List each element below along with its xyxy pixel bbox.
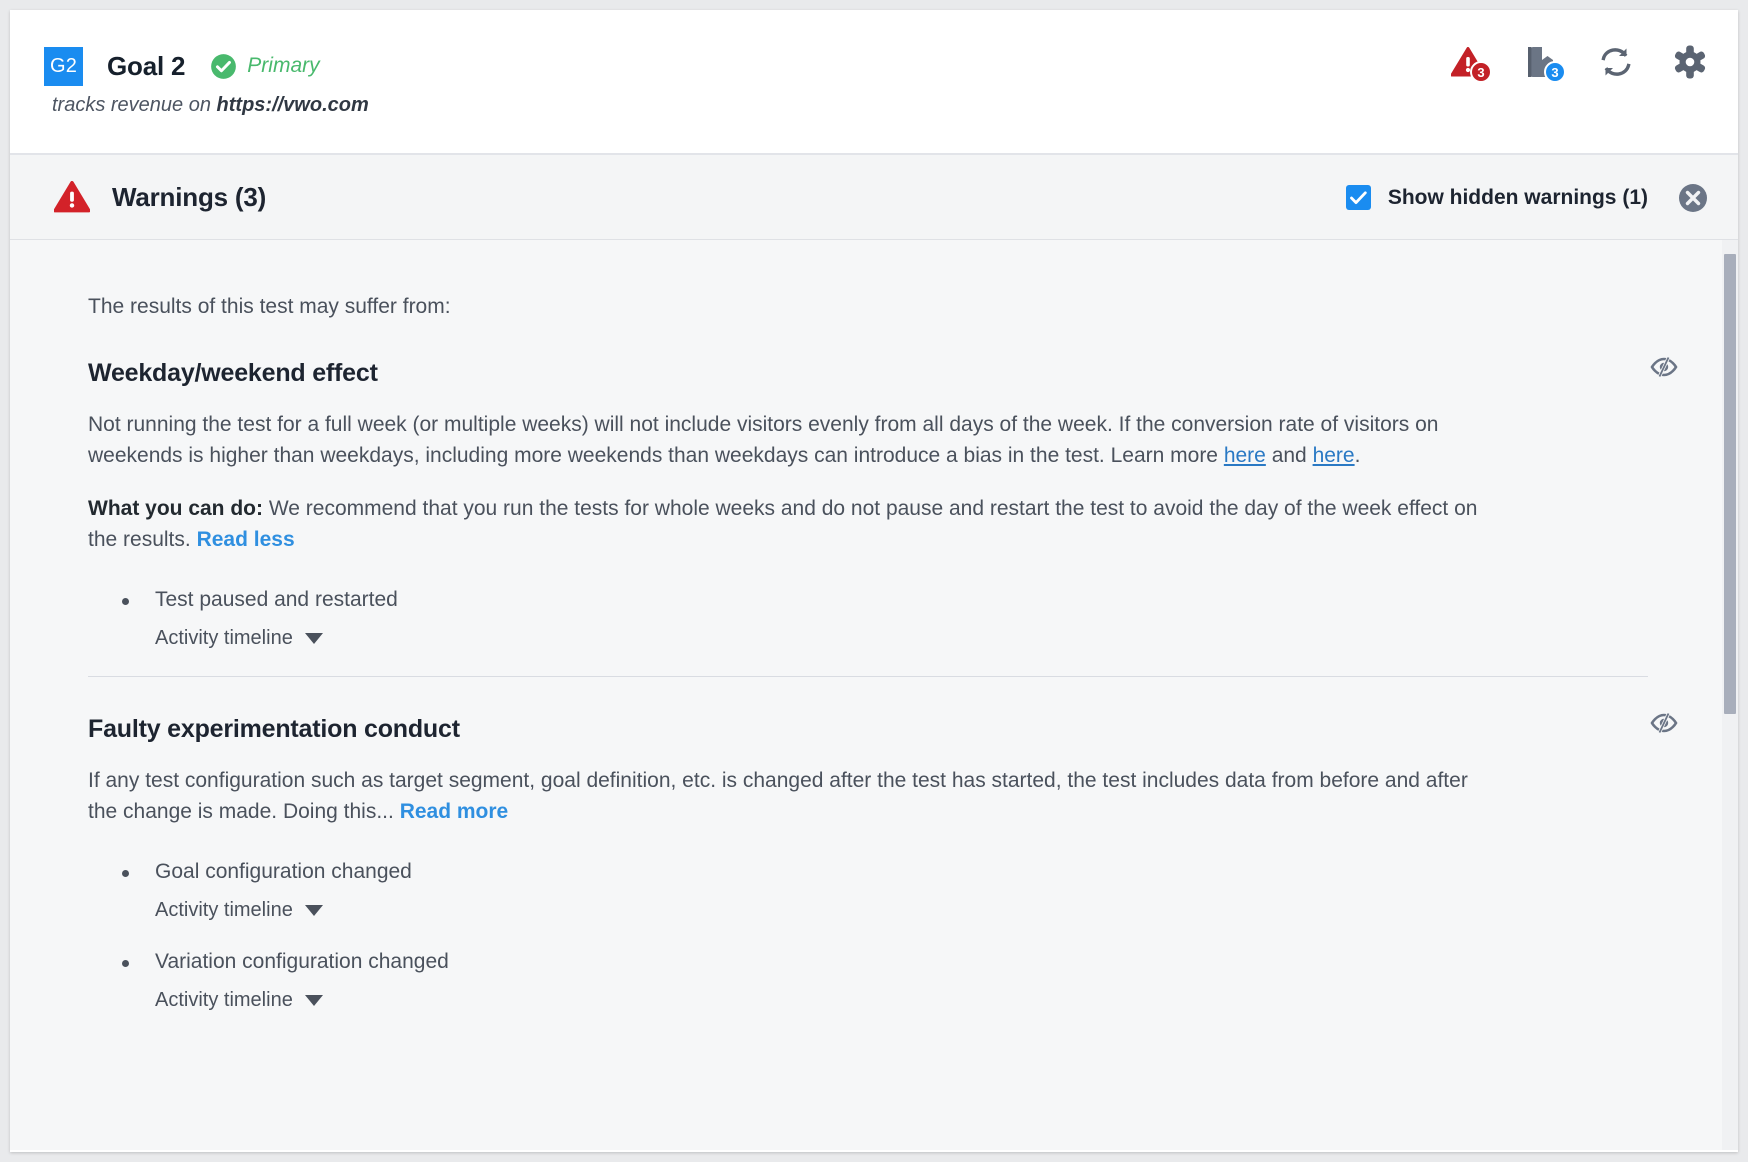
list-item: Goal configuration changed Activity time… — [122, 858, 1648, 922]
settings-gear-icon — [1674, 45, 1706, 79]
paragraph-text-a: If any test configuration such as target… — [88, 769, 1468, 823]
activity-timeline-label: Activity timeline — [155, 989, 293, 1012]
warnings-bar-right: Show hidden warnings (1) — [1345, 155, 1708, 240]
warning-section-title: Weekday/weekend effect — [88, 359, 378, 388]
eye-slash-icon — [1650, 357, 1678, 378]
paragraph-text-c: . — [1354, 444, 1361, 468]
warning-item-label: Variation configuration changed — [155, 950, 449, 974]
learn-more-link-1[interactable]: here — [1224, 444, 1266, 467]
advice-text: We recommend that you run the tests for … — [88, 497, 1478, 551]
activity-timeline-label: Activity timeline — [155, 899, 293, 922]
chevron-down-icon — [304, 633, 323, 645]
warnings-bar: Warnings (3) Show hidden warnings (1) — [10, 155, 1738, 240]
warning-item-label: Test paused and restarted — [155, 587, 398, 611]
read-less-link[interactable]: Read less — [197, 528, 295, 551]
read-more-link[interactable]: Read more — [400, 800, 509, 823]
goal-subtitle-prefix: tracks revenue on — [52, 94, 217, 116]
warning-item-label: Goal configuration changed — [155, 859, 412, 883]
warning-advice-paragraph: What you can do: We recommend that you r… — [88, 472, 1478, 556]
primary-goal-indicator: Primary — [210, 53, 320, 80]
page-title: Goal 2 — [107, 50, 186, 81]
warning-paragraph: If any test configuration such as target… — [88, 744, 1478, 828]
activity-timeline-toggle[interactable]: Activity timeline — [155, 899, 323, 922]
goal-identity-row: G2 Goal 2 Primary — [44, 46, 320, 86]
warning-triangle-icon — [54, 181, 90, 213]
goal-warnings-panel: G2 Goal 2 Primary tracks revenue on http… — [10, 10, 1738, 1152]
goal-subtitle: tracks revenue on https://vwo.com — [52, 94, 369, 117]
warning-section-title: Faulty experimentation conduct — [88, 715, 460, 744]
header-icon-group: 3 3 — [1448, 40, 1710, 84]
checkmark-icon — [1349, 190, 1367, 204]
close-warnings-button[interactable] — [1678, 183, 1708, 213]
warning-count-badge: 3 — [1470, 61, 1492, 83]
warning-section-faulty-conduct: Faulty experimentation conduct If any te… — [10, 677, 1738, 1012]
warning-paragraph: Not running the test for a full week (or… — [88, 388, 1478, 472]
warning-icon-button[interactable]: 3 — [1448, 40, 1492, 84]
chevron-down-icon — [304, 905, 323, 917]
goal-header: G2 Goal 2 Primary tracks revenue on http… — [10, 10, 1738, 155]
warning-item-list: Test paused and restarted Activity timel… — [88, 556, 1648, 650]
list-item: Variation configuration changed Activity… — [122, 948, 1648, 1012]
eye-slash-icon — [1650, 712, 1678, 734]
hide-warning-button-2[interactable] — [1650, 712, 1678, 738]
intro-text: The results of this test may suffer from… — [88, 295, 451, 318]
vertical-scrollbar-thumb[interactable] — [1724, 254, 1736, 714]
app-root: G2 Goal 2 Primary tracks revenue on http… — [0, 0, 1748, 1162]
warning-item-list: Goal configuration changed Activity time… — [88, 828, 1648, 1013]
goal-badge: G2 — [44, 46, 83, 86]
activity-timeline-toggle[interactable]: Activity timeline — [155, 627, 323, 650]
advice-label: What you can do: — [88, 497, 263, 521]
refresh-icon-button[interactable] — [1596, 40, 1636, 84]
primary-label: Primary — [247, 54, 320, 77]
show-hidden-warnings-checkbox[interactable] — [1345, 185, 1371, 210]
refresh-icon — [1601, 48, 1631, 76]
check-circle-icon — [211, 53, 237, 79]
warnings-content: The results of this test may suffer from… — [10, 240, 1738, 1012]
warning-section-weekday-weekend: Weekday/weekend effect Not running the t… — [10, 321, 1738, 650]
notes-icon-button[interactable]: 3 — [1522, 40, 1566, 84]
list-item: Test paused and restarted Activity timel… — [122, 586, 1648, 650]
activity-timeline-label: Activity timeline — [155, 627, 293, 650]
warnings-bar-left: Warnings (3) — [54, 155, 266, 240]
notes-count-badge: 3 — [1544, 61, 1566, 83]
warnings-scroll-body[interactable]: The results of this test may suffer from… — [10, 240, 1738, 1150]
show-hidden-warnings-label[interactable]: Show hidden warnings (1) — [1388, 186, 1648, 210]
vertical-scrollbar-track[interactable] — [1722, 240, 1738, 1150]
paragraph-text-b: and — [1265, 444, 1313, 468]
activity-timeline-toggle[interactable]: Activity timeline — [155, 989, 323, 1012]
goal-subtitle-url: https://vwo.com — [216, 94, 369, 116]
learn-more-link-2[interactable]: here — [1313, 444, 1355, 467]
close-icon — [1679, 183, 1707, 212]
warnings-title: Warnings (3) — [112, 182, 267, 212]
chevron-down-icon — [304, 995, 323, 1007]
hide-warning-button-1[interactable] — [1650, 357, 1678, 382]
settings-gear-icon-button[interactable] — [1670, 40, 1710, 84]
